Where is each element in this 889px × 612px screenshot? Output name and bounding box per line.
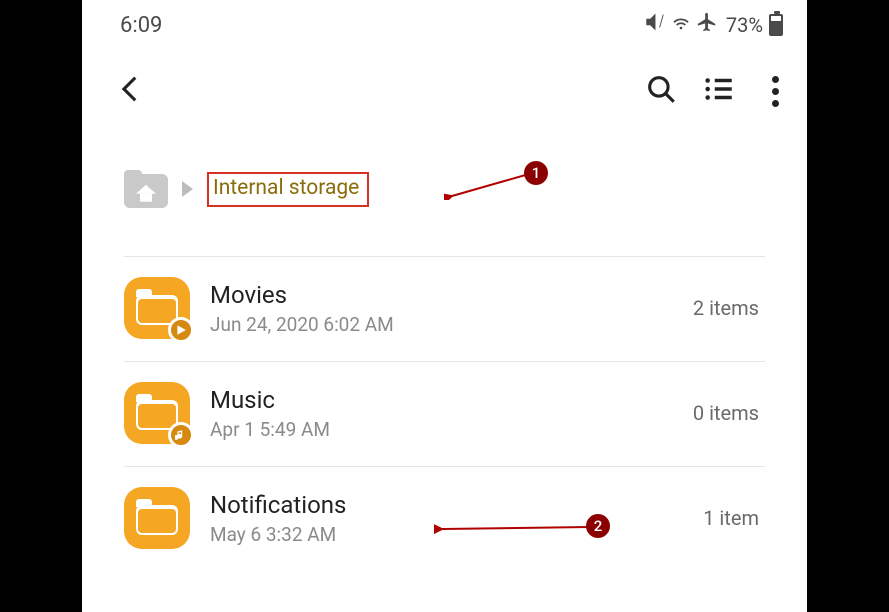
- item-count: 0 items: [693, 401, 765, 425]
- mute-icon: [644, 11, 666, 39]
- folder-icon: [124, 277, 190, 339]
- item-name: Music: [210, 386, 673, 414]
- phone-screen: 6:09 73%: [82, 0, 807, 612]
- breadcrumb: Internal storage: [82, 126, 807, 226]
- wifi-icon: [670, 11, 692, 39]
- folder-icon: [124, 487, 190, 549]
- item-count: 2 items: [693, 296, 765, 320]
- back-button[interactable]: [114, 72, 148, 110]
- breadcrumb-current[interactable]: Internal storage: [207, 172, 369, 207]
- music-badge-icon: [168, 422, 194, 448]
- play-badge-icon: [168, 317, 194, 343]
- item-name: Notifications: [210, 491, 683, 519]
- item-date: Jun 24, 2020 6:02 AM: [210, 313, 673, 336]
- search-button[interactable]: [644, 72, 678, 110]
- breadcrumb-home-icon[interactable]: [124, 170, 168, 208]
- status-time: 6:09: [120, 13, 162, 38]
- file-list: Movies Jun 24, 2020 6:02 AM 2 items Musi…: [82, 256, 807, 571]
- status-right: 73%: [644, 11, 783, 39]
- airplane-icon: [696, 11, 718, 39]
- item-date: May 6 3:32 AM: [210, 523, 683, 546]
- list-item[interactable]: Notifications May 6 3:32 AM 1 item: [124, 467, 765, 571]
- list-item[interactable]: Movies Jun 24, 2020 6:02 AM 2 items: [124, 256, 765, 362]
- more-options-button[interactable]: [760, 76, 791, 107]
- battery-percent: 73%: [726, 13, 763, 37]
- toolbar: [82, 42, 807, 126]
- item-count: 1 item: [703, 506, 765, 530]
- battery-icon: [769, 14, 783, 36]
- view-list-button[interactable]: [702, 72, 736, 110]
- list-item[interactable]: Music Apr 1 5:49 AM 0 items: [124, 362, 765, 467]
- folder-icon: [124, 382, 190, 444]
- status-bar: 6:09 73%: [82, 0, 807, 42]
- item-date: Apr 1 5:49 AM: [210, 418, 673, 441]
- item-name: Movies: [210, 281, 673, 309]
- chevron-right-icon: [182, 181, 193, 197]
